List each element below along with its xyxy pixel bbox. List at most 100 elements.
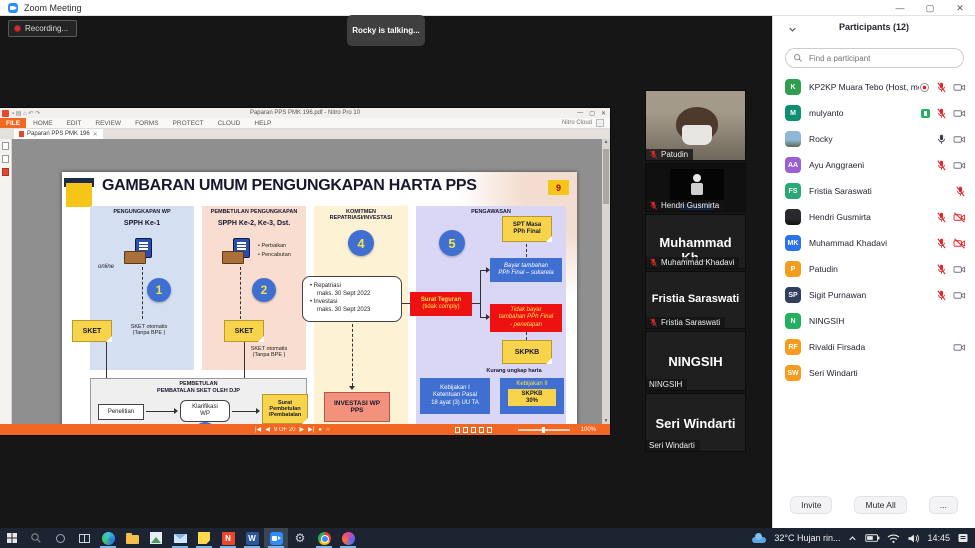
participant-row[interactable]: SW Seri Windarti xyxy=(773,360,975,386)
participant-row[interactable]: N NINGSIH xyxy=(773,308,975,334)
video-tile-hendri[interactable]: Hendri Gusmirta xyxy=(645,163,746,212)
muted-mic-icon[interactable] xyxy=(936,238,947,249)
task-view-button[interactable] xyxy=(72,528,96,548)
menu-review[interactable]: REVIEW xyxy=(88,120,128,127)
muted-mic-icon[interactable] xyxy=(936,108,947,119)
cortana-button[interactable] xyxy=(48,528,72,548)
search-input[interactable] xyxy=(807,53,947,64)
video-tile-ningsih[interactable]: NINGSIH NINGSIH xyxy=(645,331,746,391)
pdf-vertical-scrollbar[interactable]: ▲ ▼ xyxy=(602,139,610,424)
document-tab[interactable]: Paparan PPS PMK 196 ✕ xyxy=(14,129,103,139)
taskbar-edge[interactable] xyxy=(96,528,120,548)
zoom-slider[interactable] xyxy=(518,429,570,431)
wifi-icon[interactable] xyxy=(887,533,900,544)
camera-off-icon[interactable] xyxy=(953,212,966,223)
signatures-panel-icon[interactable] xyxy=(2,168,9,176)
muted-mic-icon[interactable] xyxy=(936,82,947,93)
recording-indicator[interactable]: Recording... xyxy=(8,20,77,37)
participant-row[interactable]: Hendri Gusmirta xyxy=(773,204,975,230)
participant-row[interactable]: RF Rivaldi Firsada xyxy=(773,334,975,360)
participant-row[interactable]: K KP2KP Muara Tebo (Host, me) xyxy=(773,74,975,100)
flow-line xyxy=(232,411,256,412)
camera-icon[interactable] xyxy=(953,160,966,171)
taskbar-sticky-notes[interactable] xyxy=(192,528,216,548)
taskbar-settings[interactable]: ⚙ xyxy=(288,528,312,548)
video-tile-fristia[interactable]: Fristia Saraswati Fristia Saraswati xyxy=(645,271,746,329)
tab-close-icon[interactable]: ✕ xyxy=(93,131,98,138)
select-tool-button[interactable]: ○ xyxy=(326,427,330,433)
nitro-account-avatar[interactable] xyxy=(596,119,604,127)
participant-row[interactable]: P Patudin xyxy=(773,256,975,282)
first-page-button[interactable]: |◀ xyxy=(255,426,261,433)
notification-center-icon[interactable] xyxy=(957,532,969,544)
muted-mic-icon[interactable] xyxy=(936,290,947,301)
last-page-button[interactable]: ▶| xyxy=(308,426,314,433)
thumbnails-panel-icon[interactable] xyxy=(2,142,9,150)
menu-home[interactable]: HOME xyxy=(26,120,60,127)
taskbar-mail[interactable] xyxy=(168,528,192,548)
taskbar-word[interactable]: W xyxy=(240,528,264,548)
taskbar-photos[interactable] xyxy=(144,528,168,548)
zoom-slider-thumb[interactable] xyxy=(542,427,545,433)
scrollbar-thumb[interactable] xyxy=(603,149,609,204)
menu-forms[interactable]: FORMS xyxy=(128,120,165,127)
participant-row[interactable]: MK Muhammad Khadavi xyxy=(773,230,975,256)
minimize-button[interactable]: — xyxy=(885,0,915,16)
weather-label[interactable]: 32°C Hujan rin... xyxy=(774,533,840,543)
bookmarks-panel-icon[interactable] xyxy=(2,155,9,163)
pdf-close-button[interactable]: ✕ xyxy=(601,110,606,117)
participant-row[interactable]: AA Ayu Anggraeni xyxy=(773,152,975,178)
menu-file[interactable]: FILE xyxy=(0,118,26,128)
participant-row[interactable]: SP Sigit Purnawan xyxy=(773,282,975,308)
muted-mic-icon[interactable] xyxy=(955,186,966,197)
taskbar-nitro-pdf[interactable]: N xyxy=(216,528,240,548)
close-button[interactable]: ✕ xyxy=(945,0,975,16)
invite-button[interactable]: Invite xyxy=(790,496,832,514)
pdf-maximize-button[interactable]: ▢ xyxy=(589,110,595,117)
menu-cloud[interactable]: CLOUD xyxy=(211,120,248,127)
camera-icon[interactable] xyxy=(953,82,966,93)
menu-edit[interactable]: EDIT xyxy=(60,120,89,127)
camera-icon[interactable] xyxy=(953,108,966,119)
camera-off-icon[interactable] xyxy=(953,238,966,249)
battery-icon[interactable] xyxy=(865,533,880,543)
video-tile-seri[interactable]: Seri Windarti Seri Windarti xyxy=(645,393,746,452)
camera-icon[interactable] xyxy=(953,342,966,353)
clock[interactable]: 14:45 xyxy=(927,533,950,543)
participant-row[interactable]: FS Fristia Saraswati xyxy=(773,178,975,204)
video-tile-patudin[interactable]: Patudin xyxy=(645,90,746,161)
mute-all-button[interactable]: Mute All xyxy=(854,496,906,514)
taskbar-file-explorer[interactable] xyxy=(120,528,144,548)
prev-page-button[interactable]: ◀ xyxy=(265,426,270,433)
pan-tool-button[interactable]: ● xyxy=(318,427,322,433)
nitro-cloud-label[interactable]: Nitro Cloud xyxy=(562,120,592,126)
pdf-minimize-button[interactable]: — xyxy=(577,110,583,117)
search-button[interactable] xyxy=(24,528,48,548)
camera-icon[interactable] xyxy=(953,134,966,145)
taskbar-chrome[interactable] xyxy=(312,528,336,548)
next-page-button[interactable]: ▶ xyxy=(300,426,305,433)
camera-icon[interactable] xyxy=(953,290,966,301)
participant-row[interactable]: Rocky xyxy=(773,126,975,152)
taskbar-paint[interactable] xyxy=(336,528,360,548)
weather-cloud-icon[interactable] xyxy=(751,533,767,543)
menu-protect[interactable]: PROTECT xyxy=(166,120,211,127)
muted-mic-icon[interactable] xyxy=(936,264,947,275)
start-button[interactable] xyxy=(0,528,24,548)
menu-help[interactable]: HELP xyxy=(247,120,278,127)
mic-on-icon[interactable] xyxy=(936,134,947,145)
more-options-button[interactable]: ... xyxy=(929,496,958,514)
participant-row[interactable]: M mulyanto xyxy=(773,100,975,126)
taskbar-zoom[interactable] xyxy=(264,528,288,548)
muted-mic-icon[interactable] xyxy=(936,160,947,171)
view-mode-buttons[interactable] xyxy=(455,427,492,433)
camera-icon[interactable] xyxy=(953,264,966,275)
participant-search-box[interactable] xyxy=(785,48,964,68)
speaker-icon[interactable] xyxy=(907,533,920,544)
muted-mic-icon[interactable] xyxy=(936,212,947,223)
surat-pembetulan-document: SuratPembetulan/Pembatalan xyxy=(262,394,308,424)
scroll-up-arrow[interactable]: ▲ xyxy=(603,139,609,145)
video-tile-muhammad[interactable]: Muhammad Kh... Muhammad Khadavi xyxy=(645,214,746,269)
tray-chevron-up-icon[interactable] xyxy=(847,533,858,544)
maximize-button[interactable]: ▢ xyxy=(915,0,945,16)
